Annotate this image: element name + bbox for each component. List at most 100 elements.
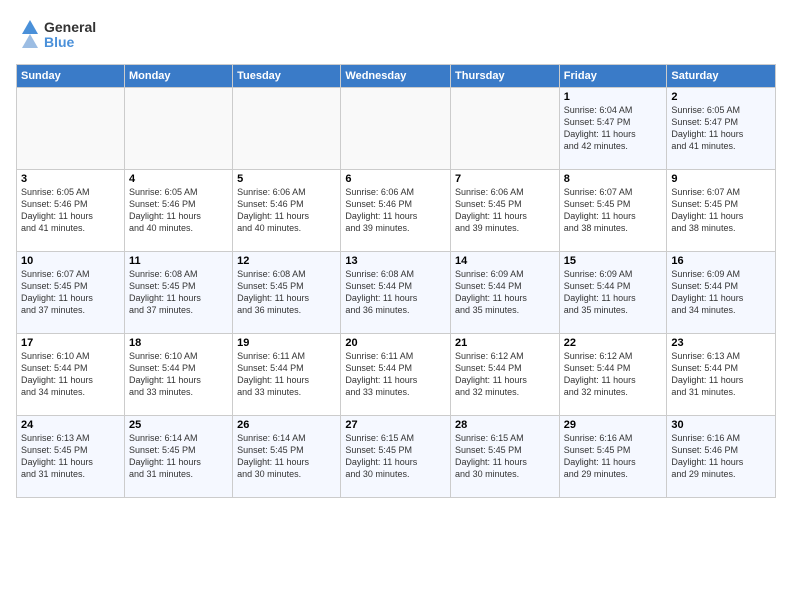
calendar-cell: 1Sunrise: 6:04 AM Sunset: 5:47 PM Daylig… [559, 88, 667, 170]
day-number: 24 [21, 419, 120, 431]
day-number: 6 [345, 173, 446, 185]
day-number: 14 [455, 255, 555, 267]
calendar-cell: 27Sunrise: 6:15 AM Sunset: 5:45 PM Dayli… [341, 416, 451, 498]
weekday-header: Friday [559, 65, 667, 88]
day-info: Sunrise: 6:12 AM Sunset: 5:44 PM Dayligh… [564, 350, 663, 399]
calendar-cell: 26Sunrise: 6:14 AM Sunset: 5:45 PM Dayli… [233, 416, 341, 498]
day-number: 22 [564, 337, 663, 349]
day-info: Sunrise: 6:07 AM Sunset: 5:45 PM Dayligh… [671, 186, 771, 235]
calendar-cell: 28Sunrise: 6:15 AM Sunset: 5:45 PM Dayli… [451, 416, 560, 498]
day-number: 23 [671, 337, 771, 349]
day-number: 16 [671, 255, 771, 267]
day-number: 19 [237, 337, 336, 349]
day-number: 9 [671, 173, 771, 185]
calendar-header-row: SundayMondayTuesdayWednesdayThursdayFrid… [17, 65, 776, 88]
day-info: Sunrise: 6:16 AM Sunset: 5:46 PM Dayligh… [671, 432, 771, 481]
calendar-week-row: 3Sunrise: 6:05 AM Sunset: 5:46 PM Daylig… [17, 170, 776, 252]
day-info: Sunrise: 6:16 AM Sunset: 5:45 PM Dayligh… [564, 432, 663, 481]
logo: General Blue [16, 16, 126, 52]
calendar-cell [233, 88, 341, 170]
calendar-week-row: 1Sunrise: 6:04 AM Sunset: 5:47 PM Daylig… [17, 88, 776, 170]
calendar-cell: 18Sunrise: 6:10 AM Sunset: 5:44 PM Dayli… [124, 334, 232, 416]
calendar-cell: 30Sunrise: 6:16 AM Sunset: 5:46 PM Dayli… [667, 416, 776, 498]
calendar-cell: 8Sunrise: 6:07 AM Sunset: 5:45 PM Daylig… [559, 170, 667, 252]
calendar-cell [17, 88, 125, 170]
calendar-week-row: 17Sunrise: 6:10 AM Sunset: 5:44 PM Dayli… [17, 334, 776, 416]
day-number: 29 [564, 419, 663, 431]
day-info: Sunrise: 6:09 AM Sunset: 5:44 PM Dayligh… [455, 268, 555, 317]
calendar-cell: 23Sunrise: 6:13 AM Sunset: 5:44 PM Dayli… [667, 334, 776, 416]
calendar-cell [124, 88, 232, 170]
day-number: 5 [237, 173, 336, 185]
day-info: Sunrise: 6:05 AM Sunset: 5:47 PM Dayligh… [671, 104, 771, 153]
day-info: Sunrise: 6:10 AM Sunset: 5:44 PM Dayligh… [129, 350, 228, 399]
calendar-cell: 13Sunrise: 6:08 AM Sunset: 5:44 PM Dayli… [341, 252, 451, 334]
calendar-cell: 29Sunrise: 6:16 AM Sunset: 5:45 PM Dayli… [559, 416, 667, 498]
calendar-cell: 19Sunrise: 6:11 AM Sunset: 5:44 PM Dayli… [233, 334, 341, 416]
weekday-header: Tuesday [233, 65, 341, 88]
day-number: 26 [237, 419, 336, 431]
calendar-cell: 4Sunrise: 6:05 AM Sunset: 5:46 PM Daylig… [124, 170, 232, 252]
calendar-cell: 22Sunrise: 6:12 AM Sunset: 5:44 PM Dayli… [559, 334, 667, 416]
day-number: 2 [671, 91, 771, 103]
weekday-header: Wednesday [341, 65, 451, 88]
day-info: Sunrise: 6:10 AM Sunset: 5:44 PM Dayligh… [21, 350, 120, 399]
day-info: Sunrise: 6:15 AM Sunset: 5:45 PM Dayligh… [345, 432, 446, 481]
day-info: Sunrise: 6:13 AM Sunset: 5:44 PM Dayligh… [671, 350, 771, 399]
weekday-header: Thursday [451, 65, 560, 88]
day-number: 21 [455, 337, 555, 349]
day-info: Sunrise: 6:09 AM Sunset: 5:44 PM Dayligh… [564, 268, 663, 317]
logo-svg: General Blue [16, 16, 126, 52]
day-info: Sunrise: 6:15 AM Sunset: 5:45 PM Dayligh… [455, 432, 555, 481]
calendar-cell: 20Sunrise: 6:11 AM Sunset: 5:44 PM Dayli… [341, 334, 451, 416]
day-number: 11 [129, 255, 228, 267]
day-info: Sunrise: 6:07 AM Sunset: 5:45 PM Dayligh… [564, 186, 663, 235]
day-number: 8 [564, 173, 663, 185]
svg-text:Blue: Blue [44, 34, 75, 50]
calendar-week-row: 24Sunrise: 6:13 AM Sunset: 5:45 PM Dayli… [17, 416, 776, 498]
calendar-cell: 11Sunrise: 6:08 AM Sunset: 5:45 PM Dayli… [124, 252, 232, 334]
day-number: 27 [345, 419, 446, 431]
calendar-cell: 14Sunrise: 6:09 AM Sunset: 5:44 PM Dayli… [451, 252, 560, 334]
day-info: Sunrise: 6:08 AM Sunset: 5:45 PM Dayligh… [237, 268, 336, 317]
calendar-cell: 5Sunrise: 6:06 AM Sunset: 5:46 PM Daylig… [233, 170, 341, 252]
calendar-week-row: 10Sunrise: 6:07 AM Sunset: 5:45 PM Dayli… [17, 252, 776, 334]
day-number: 3 [21, 173, 120, 185]
day-number: 15 [564, 255, 663, 267]
day-info: Sunrise: 6:08 AM Sunset: 5:45 PM Dayligh… [129, 268, 228, 317]
day-number: 30 [671, 419, 771, 431]
calendar-cell: 9Sunrise: 6:07 AM Sunset: 5:45 PM Daylig… [667, 170, 776, 252]
day-number: 12 [237, 255, 336, 267]
day-number: 18 [129, 337, 228, 349]
day-info: Sunrise: 6:06 AM Sunset: 5:45 PM Dayligh… [455, 186, 555, 235]
day-info: Sunrise: 6:05 AM Sunset: 5:46 PM Dayligh… [21, 186, 120, 235]
day-info: Sunrise: 6:11 AM Sunset: 5:44 PM Dayligh… [237, 350, 336, 399]
day-info: Sunrise: 6:13 AM Sunset: 5:45 PM Dayligh… [21, 432, 120, 481]
day-info: Sunrise: 6:06 AM Sunset: 5:46 PM Dayligh… [345, 186, 446, 235]
weekday-header: Sunday [17, 65, 125, 88]
day-number: 20 [345, 337, 446, 349]
calendar-cell: 16Sunrise: 6:09 AM Sunset: 5:44 PM Dayli… [667, 252, 776, 334]
day-number: 28 [455, 419, 555, 431]
day-info: Sunrise: 6:08 AM Sunset: 5:44 PM Dayligh… [345, 268, 446, 317]
day-info: Sunrise: 6:14 AM Sunset: 5:45 PM Dayligh… [129, 432, 228, 481]
day-number: 17 [21, 337, 120, 349]
day-info: Sunrise: 6:14 AM Sunset: 5:45 PM Dayligh… [237, 432, 336, 481]
day-info: Sunrise: 6:12 AM Sunset: 5:44 PM Dayligh… [455, 350, 555, 399]
day-number: 25 [129, 419, 228, 431]
day-info: Sunrise: 6:05 AM Sunset: 5:46 PM Dayligh… [129, 186, 228, 235]
day-number: 10 [21, 255, 120, 267]
calendar-cell [341, 88, 451, 170]
calendar-cell: 2Sunrise: 6:05 AM Sunset: 5:47 PM Daylig… [667, 88, 776, 170]
svg-text:General: General [44, 19, 96, 35]
day-info: Sunrise: 6:07 AM Sunset: 5:45 PM Dayligh… [21, 268, 120, 317]
calendar-cell: 12Sunrise: 6:08 AM Sunset: 5:45 PM Dayli… [233, 252, 341, 334]
day-info: Sunrise: 6:04 AM Sunset: 5:47 PM Dayligh… [564, 104, 663, 153]
day-info: Sunrise: 6:06 AM Sunset: 5:46 PM Dayligh… [237, 186, 336, 235]
calendar-cell: 25Sunrise: 6:14 AM Sunset: 5:45 PM Dayli… [124, 416, 232, 498]
calendar-cell: 6Sunrise: 6:06 AM Sunset: 5:46 PM Daylig… [341, 170, 451, 252]
weekday-header: Saturday [667, 65, 776, 88]
calendar-cell: 7Sunrise: 6:06 AM Sunset: 5:45 PM Daylig… [451, 170, 560, 252]
calendar-cell: 17Sunrise: 6:10 AM Sunset: 5:44 PM Dayli… [17, 334, 125, 416]
calendar-cell: 15Sunrise: 6:09 AM Sunset: 5:44 PM Dayli… [559, 252, 667, 334]
